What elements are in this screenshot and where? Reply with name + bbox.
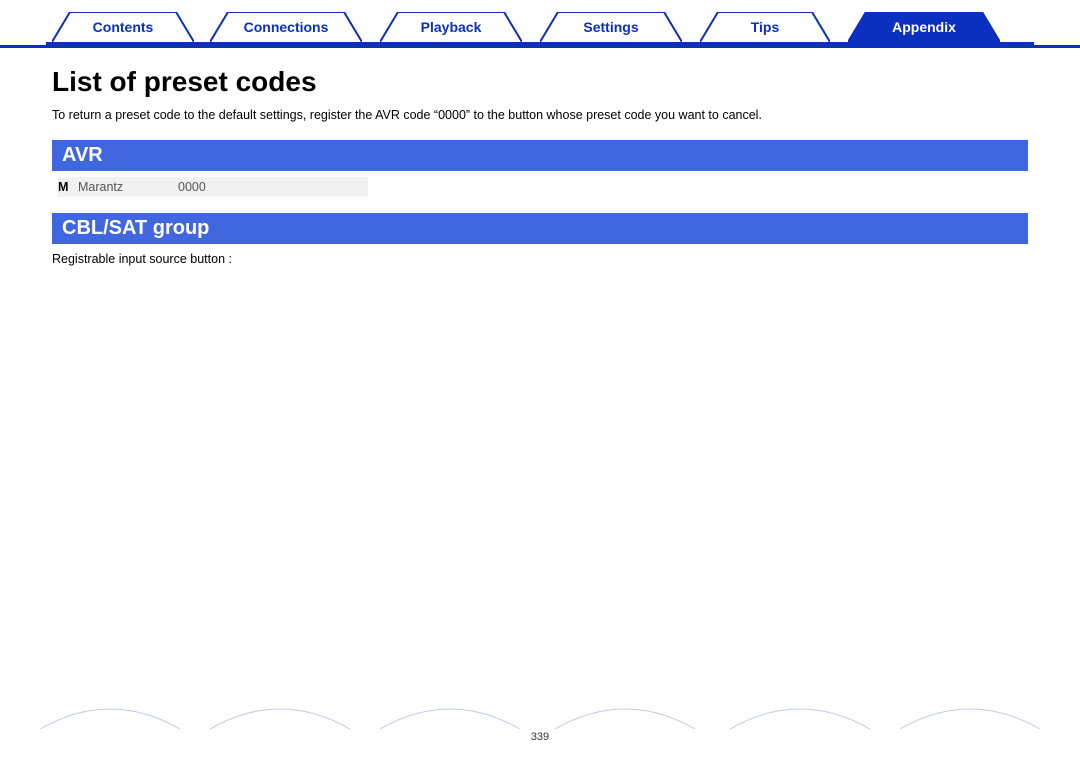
tab-label: Contents (93, 19, 154, 35)
top-nav: Contents Connections Playback Settings T… (0, 6, 1080, 48)
tab-connections[interactable]: Connections (210, 12, 362, 42)
section-heading-cblsat: CBL/SAT group (52, 213, 1028, 244)
section-heading-avr: AVR (52, 140, 1028, 171)
avr-brand: Marantz (78, 180, 178, 194)
avr-index-letter: M (58, 180, 78, 194)
tab-label: Playback (421, 19, 482, 35)
avr-code-row: M Marantz 0000 (58, 177, 1028, 197)
tab-label: Appendix (892, 19, 956, 35)
tab-playback[interactable]: Playback (380, 12, 522, 42)
nav-underline (46, 42, 1034, 45)
page-content: List of preset codes To return a preset … (0, 48, 1080, 266)
tab-appendix[interactable]: Appendix (848, 12, 1000, 42)
avr-code: 0000 (178, 180, 206, 194)
tab-label: Tips (751, 19, 780, 35)
intro-text: To return a preset code to the default s… (52, 108, 1028, 122)
tab-label: Settings (583, 19, 638, 35)
page-title: List of preset codes (52, 66, 1028, 98)
tab-tips[interactable]: Tips (700, 12, 830, 42)
cblsat-note: Registrable input source button : (52, 252, 1028, 266)
tab-settings[interactable]: Settings (540, 12, 682, 42)
footer-decoration (0, 699, 1080, 729)
tab-label: Connections (244, 19, 329, 35)
page-number: 339 (0, 731, 1080, 743)
tab-contents[interactable]: Contents (52, 12, 194, 42)
